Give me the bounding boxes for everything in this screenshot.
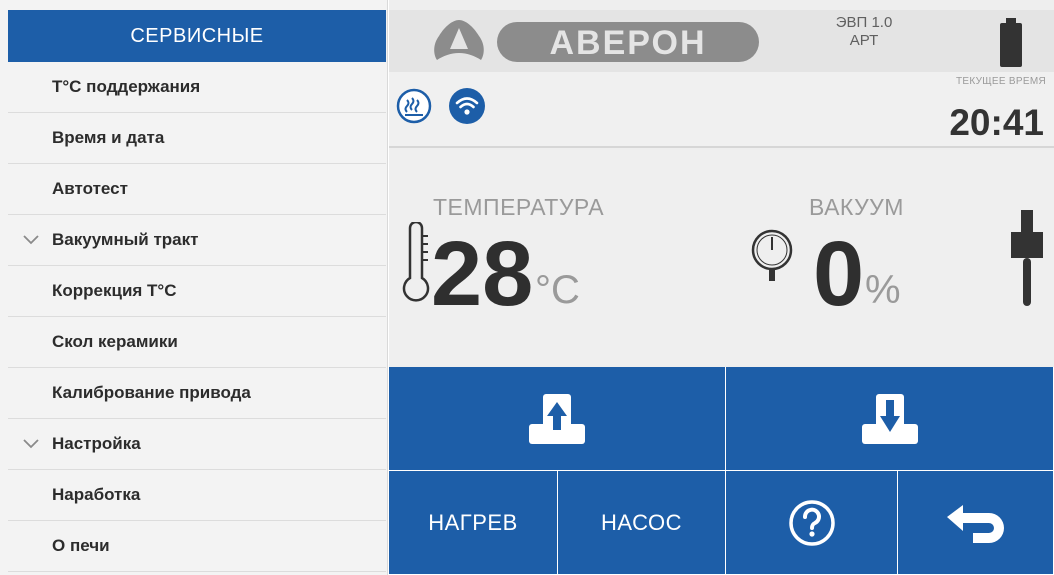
menu-item-label: Калибрование привода — [52, 383, 251, 402]
help-button[interactable] — [726, 471, 898, 575]
model-version-line2: АРТ — [849, 32, 879, 49]
menu-item-label: Вакуумный тракт — [52, 230, 199, 249]
heat-button-label: НАГРЕВ — [428, 509, 518, 535]
thermometer-icon — [402, 222, 430, 302]
top-bar: АВЕРОН ЭВП 1.0 АРТ — [389, 10, 1054, 72]
heat-button[interactable]: НАГРЕВ — [389, 471, 558, 575]
menu-item-temp-hold[interactable]: T°C поддержания — [8, 62, 386, 113]
temperature-label: ТЕМПЕРАТУРА — [433, 194, 605, 220]
chevron-down-icon — [22, 230, 40, 248]
pump-button-label: НАСОС — [601, 509, 682, 535]
menu-item-label: Автотест — [52, 179, 128, 198]
lift-plunger-icon — [1011, 210, 1043, 306]
menu-item-ceramic-chip[interactable]: Скол керамики — [8, 317, 386, 368]
battery-icon — [1000, 18, 1022, 67]
menu-item-label: Настройка — [52, 434, 141, 453]
chevron-down-icon — [22, 434, 40, 452]
wifi-icon — [449, 88, 485, 124]
menu-item-vacuum-path[interactable]: Вакуумный тракт — [8, 215, 386, 266]
main-panel: АВЕРОН ЭВП 1.0 АРТ ТЕКУЩЕЕ ВРЕМЯ 20:41 Т… — [389, 0, 1054, 575]
help-icon — [788, 499, 835, 546]
sidebar-header: СЕРВИСНЫЕ — [8, 10, 386, 62]
model-version: ЭВП 1.0 АРТ — [809, 14, 919, 50]
menu-item-label: Время и дата — [52, 128, 165, 147]
menu-item-label: Скол керамики — [52, 332, 178, 351]
menu-item-label: T°C поддержания — [52, 77, 201, 96]
lift-up-icon — [529, 393, 585, 444]
menu-item-label: Наработка — [52, 485, 141, 504]
back-button[interactable] — [898, 471, 1054, 575]
menu-item-label: Коррекция T°C — [52, 281, 177, 300]
menu-item-temp-correction[interactable]: Коррекция T°C — [8, 266, 386, 317]
menu-item-label: О печи — [52, 536, 110, 555]
menu-item-time-date[interactable]: Время и дата — [8, 113, 386, 164]
lift-down-button[interactable] — [726, 367, 1054, 471]
menu-item-operating-time[interactable]: Наработка — [8, 470, 386, 521]
readings-panel: ТЕМПЕРАТУРА 28 °C ВАКУУМ 0 % — [389, 150, 1054, 365]
temperature-unit: °C — [535, 268, 580, 312]
vacuum-value: 0 — [813, 223, 865, 325]
pressure-gauge-icon — [751, 229, 793, 281]
menu-item-settings[interactable]: Настройка — [8, 419, 386, 470]
lift-up-button[interactable] — [389, 367, 726, 471]
current-time: 20:41 — [949, 102, 1044, 143]
back-arrow-icon — [946, 504, 1004, 543]
pump-button[interactable]: НАСОС — [558, 471, 726, 575]
brand-name: АВЕРОН — [549, 24, 706, 62]
menu-item-autotest[interactable]: Автотест — [8, 164, 386, 215]
averon-logo-icon: АВЕРОН — [434, 20, 759, 62]
menu-item-drive-calibration[interactable]: Калибрование привода — [8, 368, 386, 419]
temperature-value: 28 — [431, 223, 534, 325]
service-sidebar: СЕРВИСНЫЕ T°C поддержания Время и дата А… — [0, 0, 388, 575]
lift-down-icon — [861, 393, 918, 444]
heating-icon — [396, 88, 432, 124]
status-bar: ТЕКУЩЕЕ ВРЕМЯ 20:41 — [389, 72, 1054, 148]
vacuum-unit: % — [865, 268, 901, 312]
model-version-line1: ЭВП 1.0 — [835, 14, 893, 31]
menu-item-about-furnace[interactable]: О печи — [8, 521, 386, 572]
service-menu: T°C поддержания Время и дата Автотест Ва… — [8, 62, 386, 572]
current-time-caption: ТЕКУЩЕЕ ВРЕМЯ — [955, 76, 1046, 87]
vacuum-label: ВАКУУМ — [809, 194, 904, 220]
